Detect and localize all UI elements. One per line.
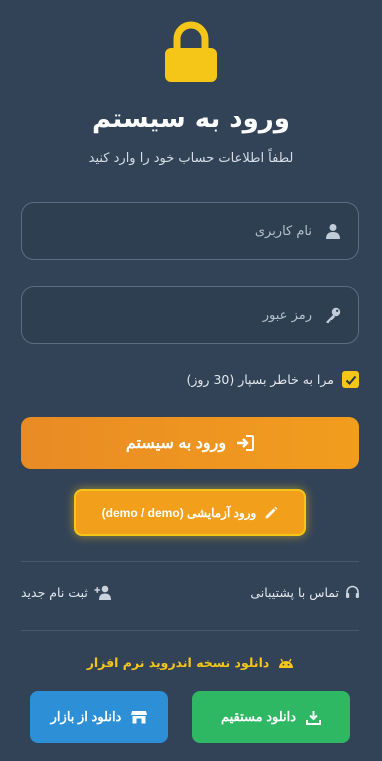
password-field[interactable] [21,286,359,344]
username-input[interactable] [22,203,312,259]
android-icon [279,658,294,668]
check-icon [345,375,356,385]
sign-in-icon [237,435,255,451]
android-download-heading: دانلود نسخه اندروید نرم افزار [0,655,382,670]
register-link[interactable]: ثبت نام جدید [21,585,112,600]
direct-download-label: دانلود مستقیم [220,709,297,724]
direct-download-button[interactable]: دانلود مستقیم [192,691,350,743]
remember-me[interactable]: مرا به خاطر بسپار (30 روز) [186,371,359,388]
lock-icon [165,21,217,82]
bazaar-download-button[interactable]: دانلود از بازار [30,691,168,743]
support-link[interactable]: تماس با پشتیبانی [250,585,360,600]
pencil-icon [265,506,278,518]
store-icon [131,711,148,724]
divider [21,561,359,562]
key-icon [324,306,342,324]
login-button-label: ورود به سیستم [125,435,227,452]
username-field[interactable] [21,202,359,260]
remember-label: مرا به خاطر بسپار (30 روز) [186,372,334,387]
android-download-label: دانلود نسخه اندروید نرم افزار [86,655,270,670]
user-icon [324,222,342,240]
demo-login-button[interactable]: ورود آزمایشی (demo / demo) [74,489,306,536]
page-subtitle: لطفاً اطلاعات حساب خود را وارد کنید [88,151,294,166]
bazaar-download-label: دانلود از بازار [50,709,122,724]
lock-icon-wrap [0,20,382,86]
password-input[interactable] [22,287,312,343]
login-button[interactable]: ورود به سیستم [21,417,359,469]
register-link-label: ثبت نام جدید [21,585,88,600]
page-title: ورود به سیستم [92,104,290,134]
support-link-label: تماس با پشتیبانی [250,585,339,600]
headset-icon [346,585,359,598]
divider [21,630,359,631]
demo-button-label: ورود آزمایشی (demo / demo) [101,505,257,520]
user-plus-icon [94,585,111,600]
remember-checkbox[interactable] [342,371,359,388]
login-page: ورود به سیستم لطفاً اطلاعات حساب خود را … [0,0,382,761]
download-icon [306,710,322,725]
